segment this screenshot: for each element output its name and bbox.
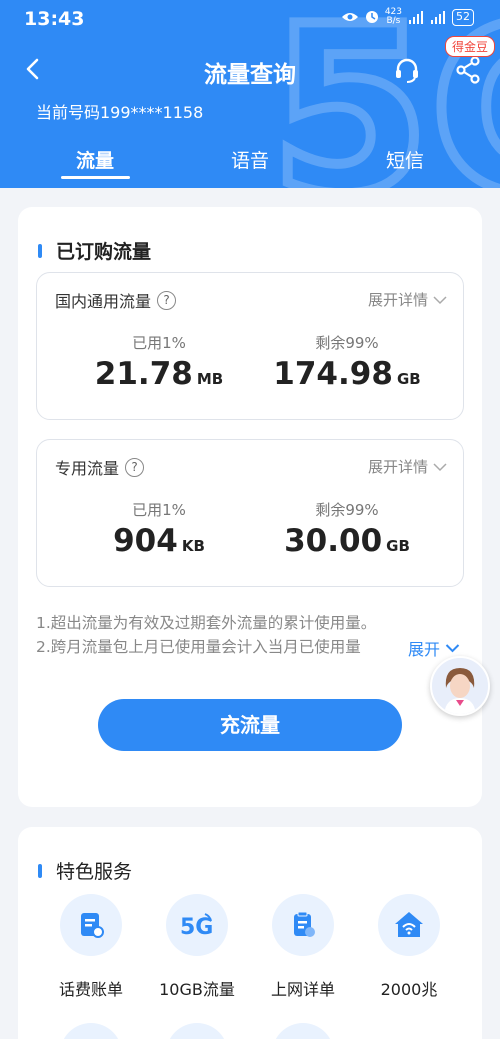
note-line: 1.超出流量为有效及过期套外流量的累计使用量。 xyxy=(36,614,377,632)
help-icon[interactable]: ? xyxy=(125,457,145,477)
expand-details-button[interactable]: 展开详情 xyxy=(368,456,447,477)
note-line: 2.跨月流量包上月已使用量会计入当月已使用量 xyxy=(36,638,361,656)
detail-list-icon xyxy=(294,911,315,937)
eye-icon xyxy=(341,13,358,21)
special-services-card: 特色服务 话费账单 5G 10GB流量 上网详单 2000兆 xyxy=(18,827,482,1039)
used-stat: 已用1% 21.78 MB xyxy=(94,334,224,392)
special-data-label: 专用流量 ? xyxy=(55,455,145,479)
service-item-bill[interactable]: 话费账单 xyxy=(36,894,146,1000)
remaining-value: 30.00 xyxy=(284,523,383,559)
remaining-unit: GB xyxy=(386,537,410,555)
chevron-down-icon xyxy=(433,462,447,471)
5g-icon: 5G xyxy=(180,913,213,940)
help-icon[interactable]: ? xyxy=(157,290,177,310)
remaining-value: 174.98 xyxy=(273,356,393,392)
remaining-stat: 剩余99% 30.00 GB xyxy=(284,501,410,559)
chevron-down-icon xyxy=(445,644,460,653)
remaining-stat: 剩余99% 174.98 GB xyxy=(273,334,421,392)
service-icon-partial[interactable] xyxy=(272,1023,334,1039)
service-item-detail[interactable]: 上网详单 xyxy=(248,894,358,1000)
domestic-data-label: 国内通用流量 ? xyxy=(55,288,177,312)
used-value: 904 xyxy=(113,523,178,559)
alarm-icon xyxy=(365,11,378,23)
bill-icon xyxy=(81,913,104,938)
remaining-unit: GB xyxy=(396,370,421,388)
signal-4g-icon xyxy=(431,11,445,24)
status-icons: 423 B/s 52 xyxy=(341,8,474,26)
service-item-10gb[interactable]: 5G 10GB流量 xyxy=(142,894,252,1000)
expand-details-button[interactable]: 展开详情 xyxy=(368,289,447,310)
assistant-portrait-icon xyxy=(432,658,488,714)
status-bar: 13:43 423 B/s 52 xyxy=(0,0,500,38)
section-title-services: 特色服务 xyxy=(38,857,132,884)
broadband-icon xyxy=(395,912,423,937)
battery-icon: 52 xyxy=(452,8,474,26)
network-speed: 423 B/s xyxy=(384,7,402,26)
used-unit: KB xyxy=(181,537,205,555)
page-title: 流量查询 xyxy=(204,62,296,88)
service-icon-partial[interactable] xyxy=(60,1023,122,1039)
customer-service-icon[interactable] xyxy=(393,56,421,84)
gold-bean-badge[interactable]: 得金豆 xyxy=(445,36,496,57)
chevron-down-icon xyxy=(433,295,447,304)
assistant-avatar[interactable] xyxy=(430,656,490,716)
used-value: 21.78 xyxy=(94,356,193,392)
share-icon[interactable] xyxy=(455,56,481,84)
svg-text:5G: 5G xyxy=(180,915,213,940)
section-title-subscribed: 已订购流量 xyxy=(38,237,151,264)
used-stat: 已用1% 904 KB xyxy=(113,501,205,559)
tab-indicator xyxy=(61,176,130,179)
status-time: 13:43 xyxy=(24,8,85,30)
domestic-data-box: 国内通用流量 ? 展开详情 已用1% 21.78 MB 剩余99% 174.98 G… xyxy=(36,272,464,420)
tab-voice[interactable]: 语音 xyxy=(205,146,295,173)
header: 5G 13:43 423 B/s 52 流量查询 得金豆 当前号码199****… xyxy=(0,0,500,188)
service-icon-partial[interactable] xyxy=(166,1023,228,1039)
special-data-box: 专用流量 ? 展开详情 已用1% 904 KB 剩余99% 30.00 GB xyxy=(36,439,464,587)
subscribed-data-card: 已订购流量 国内通用流量 ? 展开详情 已用1% 21.78 MB 剩余99% 1… xyxy=(18,207,482,807)
section-marker xyxy=(38,243,42,258)
current-phone-number: 当前号码199****1158 xyxy=(36,103,204,122)
used-unit: MB xyxy=(196,370,224,388)
tab-sms[interactable]: 短信 xyxy=(360,146,450,173)
service-item-broadband[interactable]: 2000兆 xyxy=(354,894,464,1000)
section-marker xyxy=(38,863,42,878)
recharge-data-button[interactable]: 充流量 xyxy=(98,699,402,751)
signal-2g-icon xyxy=(409,11,423,24)
tab-data[interactable]: 流量 xyxy=(50,146,140,173)
